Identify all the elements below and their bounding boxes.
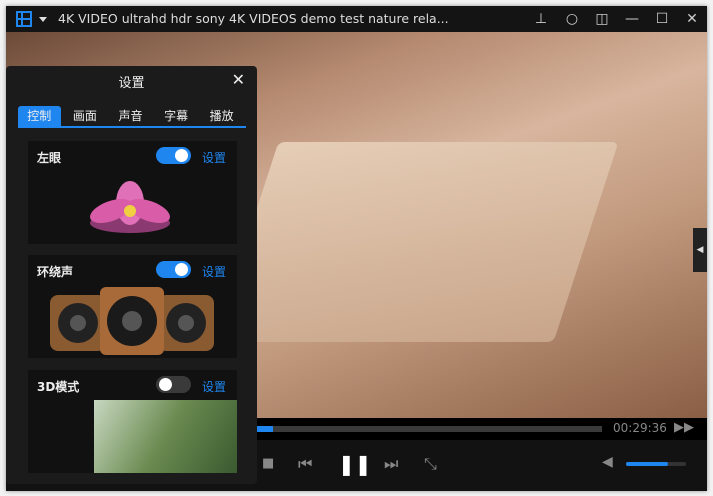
lotus-image	[90, 181, 170, 233]
tab-subtitle[interactable]: 字幕	[155, 106, 198, 126]
minimize-icon[interactable]: —	[621, 9, 643, 29]
tab-playback[interactable]: 播放	[200, 106, 243, 126]
surround-label: 环绕声	[37, 265, 74, 279]
left-eye-label: 左眼	[37, 151, 62, 165]
volume-icon[interactable]: ◀	[602, 454, 613, 470]
tab-sound[interactable]: 声音	[109, 106, 152, 126]
3d-mode-settings-link[interactable]: 设置	[202, 378, 226, 395]
left-eye-settings-link[interactable]: 设置	[202, 149, 226, 166]
tab-picture[interactable]: 画面	[64, 106, 107, 126]
volume-slider[interactable]	[626, 462, 686, 466]
title-bar: 4K VIDEO ultrahd hdr sony 4K VIDEOS demo…	[6, 6, 707, 32]
close-icon[interactable]: ✕	[681, 9, 703, 29]
dinosaur-image	[94, 400, 237, 473]
fast-forward-icon[interactable]: ▶▶	[674, 420, 694, 435]
mini-mode-icon[interactable]: ◫	[591, 9, 613, 29]
3d-mode-toggle[interactable]	[156, 376, 191, 393]
next-icon[interactable]: ⏭	[384, 454, 398, 474]
bulb-icon[interactable]: ○	[561, 9, 583, 29]
settings-panel: 设置 ✕ 控制 画面 声音 字幕 播放 左眼 设置 环绕声 设置 3D模式 设置	[6, 66, 257, 484]
3d-mode-label: 3D模式	[37, 380, 80, 394]
left-eye-card: 左眼 设置	[28, 141, 237, 244]
settings-title: 设置	[118, 76, 145, 91]
menu-caret-icon[interactable]	[39, 17, 47, 26]
app-logo-icon[interactable]	[16, 11, 32, 27]
speakers-image	[50, 287, 214, 355]
pause-icon[interactable]: ❚❚	[338, 452, 372, 476]
tab-control[interactable]: 控制	[18, 106, 61, 126]
previous-icon[interactable]: ⏮	[298, 454, 312, 474]
3d-mode-card: 3D模式 设置	[28, 370, 237, 473]
pin-icon[interactable]: ⊥	[530, 9, 552, 29]
settings-close-icon[interactable]: ✕	[232, 70, 245, 89]
stop-icon[interactable]: ■	[262, 456, 274, 471]
time-display: 00:29:36	[613, 421, 667, 435]
side-panel-toggle[interactable]: ◀	[693, 228, 707, 272]
surround-card: 环绕声 设置	[28, 255, 237, 358]
surround-settings-link[interactable]: 设置	[202, 263, 226, 280]
settings-tabs: 控制 画面 声音 字幕 播放	[18, 106, 246, 128]
fullscreen-icon[interactable]: ⤡	[424, 454, 437, 474]
maximize-icon[interactable]: ☐	[651, 9, 673, 29]
window-title: 4K VIDEO ultrahd hdr sony 4K VIDEOS demo…	[58, 11, 449, 26]
left-eye-toggle[interactable]	[156, 147, 191, 164]
surround-toggle[interactable]	[156, 261, 191, 278]
video-frame-board	[213, 142, 619, 342]
